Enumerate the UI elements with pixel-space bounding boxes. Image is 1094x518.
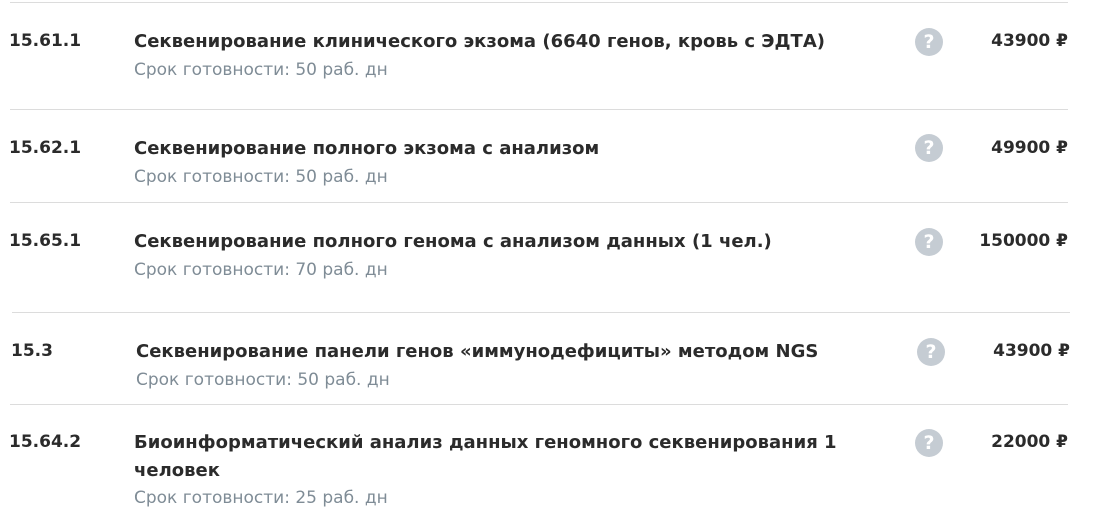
service-term: Срок готовности: 50 раб. дн [136,370,390,390]
service-code: 15.64.2 [9,432,82,452]
service-code: 15.62.1 [9,138,82,158]
service-code: 15.65.1 [9,231,82,251]
service-term: Срок готовности: 50 раб. дн [134,167,388,187]
question-circle-icon[interactable]: ? [917,338,945,366]
service-term: Срок готовности: 70 раб. дн [134,260,388,280]
service-name: Секвенирование полного экзома с анализом [134,138,600,159]
service-price: 43900 ₽ [991,31,1068,51]
service-name: Биоинформатический анализ данных геномно… [134,432,837,481]
service-row: 15.64.2 Биоинформатический анализ данных… [0,405,1094,518]
service-row: 15.62.1 Секвенирование полного экзома с … [0,110,1094,202]
service-term: Срок готовности: 50 раб. дн [134,60,388,80]
question-circle-icon[interactable]: ? [915,228,943,256]
service-price: 49900 ₽ [991,138,1068,158]
service-name: Секвенирование клинического экзома (6640… [134,31,825,52]
question-circle-icon[interactable]: ? [915,429,943,457]
service-code: 15.3 [11,341,53,361]
service-name: Секвенирование панели генов «иммунодефиц… [136,341,819,362]
question-circle-icon[interactable]: ? [915,134,943,162]
service-price: 150000 ₽ [979,231,1068,251]
service-name: Секвенирование полного генома с анализом… [134,231,772,252]
service-price: 43900 ₽ [993,341,1070,361]
question-circle-icon[interactable]: ? [915,28,943,56]
service-term: Срок готовности: 25 раб. дн [134,488,388,508]
service-row: 15.61.1 Секвенирование клинического экзо… [0,0,1094,109]
service-row: 15.3 Секвенирование панели генов «иммуно… [0,313,1094,404]
service-row: 15.65.1 Секвенирование полного генома с … [0,203,1094,312]
service-code: 15.61.1 [9,31,82,51]
service-price: 22000 ₽ [991,432,1068,452]
